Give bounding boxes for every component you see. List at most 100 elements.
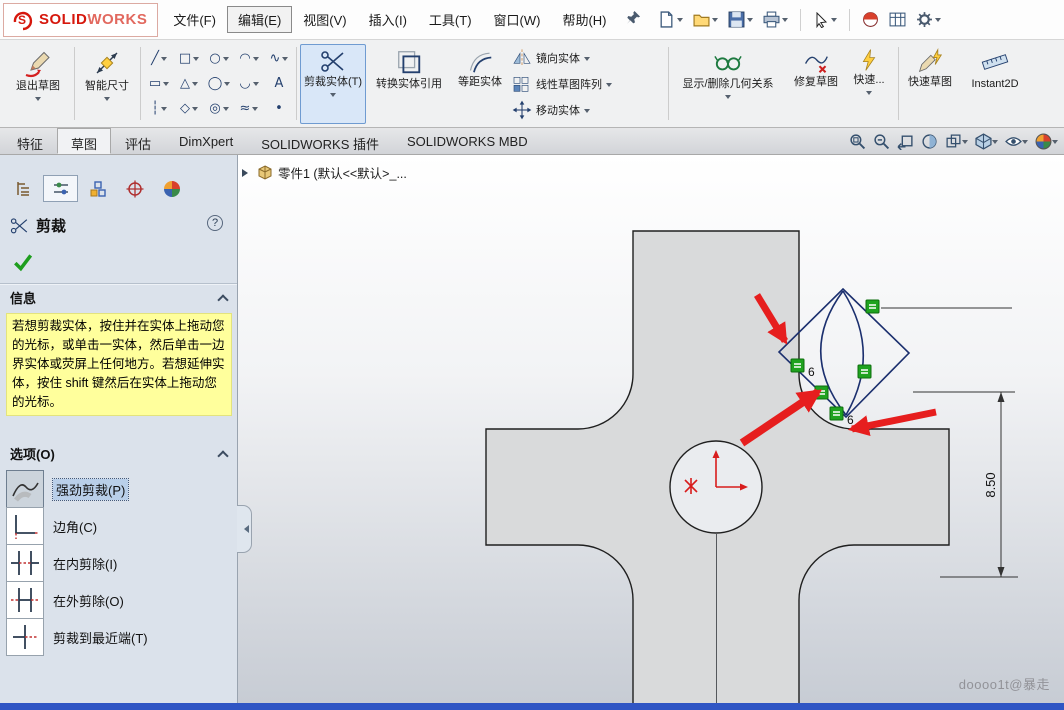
tab-features[interactable]: 特征 (3, 128, 57, 154)
power-trim-icon[interactable] (6, 470, 44, 508)
model-sketch-canvas[interactable]: 6 6 8.50 (238, 155, 1064, 703)
section-view-icon[interactable] (921, 133, 938, 150)
hide-show-items-button[interactable] (1005, 133, 1028, 150)
ribbon-separator (140, 47, 141, 120)
print-button[interactable] (760, 8, 791, 31)
trim-closest-icon[interactable] (6, 618, 44, 656)
linear-sketch-pattern-button[interactable]: 线性草图阵列 (512, 71, 664, 97)
tool-circle-alt-button[interactable]: ◎ (204, 96, 234, 121)
rapid-sketch-button[interactable]: 快速草图 (904, 44, 956, 124)
move-entities-button[interactable]: 移动实体 (512, 97, 664, 123)
tool-text-button[interactable]: A (264, 71, 294, 96)
configuration-manager-tab[interactable] (80, 175, 115, 202)
menu-item-edit[interactable]: 编辑(E) (227, 6, 292, 33)
menu-item-window[interactable]: 窗口(W) (483, 6, 552, 33)
edit-appearance-button[interactable] (1035, 133, 1058, 150)
command-manager-tabs: 特征 草图 评估 DimXpert SOLIDWORKS 插件 SOLIDWOR… (0, 128, 1064, 155)
display-delete-relations-button[interactable]: 显示/删除几何关系 (672, 44, 784, 124)
menu-item-file[interactable]: 文件(F) (162, 6, 227, 33)
tab-evaluate[interactable]: 评估 (111, 128, 165, 154)
new-document-dropdown[interactable] (677, 18, 683, 25)
corner-trim-icon[interactable] (6, 507, 44, 545)
feature-tree-tab[interactable] (6, 175, 41, 202)
convert-entities-button[interactable]: 转换实体引用 (370, 44, 448, 124)
help-button[interactable]: ? (207, 215, 223, 231)
option-trim-to-closest[interactable]: 剪裁到最近端(T) (6, 618, 148, 656)
dimension-text[interactable]: 8.50 (983, 472, 998, 497)
instant2d-button[interactable]: Instant2D (960, 44, 1030, 124)
previous-view-icon[interactable] (897, 133, 914, 150)
save-button[interactable] (725, 8, 756, 31)
tool-point-button[interactable]: • (264, 96, 294, 121)
option-trim-away-inside[interactable]: 在内剪除(I) (6, 544, 117, 582)
open-button[interactable] (690, 8, 721, 31)
option-trim-away-outside[interactable]: 在外剪除(O) (6, 581, 124, 619)
zoom-fit-icon[interactable] (849, 133, 866, 150)
tool-arc-button[interactable]: ◠ (234, 46, 264, 71)
tool-ellipse-button[interactable]: ◯ (204, 71, 234, 96)
open-dropdown[interactable] (712, 18, 718, 25)
tab-dimxpert[interactable]: DimXpert (165, 128, 247, 154)
menu-item-insert[interactable]: 插入(I) (358, 6, 418, 33)
menu-item-tools[interactable]: 工具(T) (418, 6, 483, 33)
zoom-area-icon[interactable] (873, 133, 890, 150)
repair-sketch-button[interactable]: 修复草图 (790, 44, 842, 124)
trim-outside-icon[interactable] (6, 581, 44, 619)
collapse-chevron-icon[interactable] (217, 294, 228, 305)
tool-rectangle-button[interactable]: □ (174, 46, 204, 71)
print-dropdown[interactable] (782, 18, 788, 25)
select-dropdown[interactable] (831, 18, 837, 25)
display-style-cube-icon (975, 133, 992, 150)
settings-gear-button[interactable] (913, 8, 944, 31)
exit-sketch-dropdown[interactable] (35, 97, 41, 104)
collapse-chevron-icon[interactable] (217, 450, 228, 461)
new-document-button[interactable] (655, 8, 686, 31)
tool-polygon-button[interactable]: △ (174, 71, 204, 96)
tool-circle-button[interactable]: ○ (204, 46, 234, 71)
trim-inside-icon[interactable] (6, 544, 44, 582)
tab-solidworks-mbd[interactable]: SOLIDWORKS MBD (393, 128, 542, 154)
message-section-header[interactable]: 信息 (10, 288, 227, 307)
tool-spline-button[interactable]: ∿ (264, 46, 294, 71)
appearance-sphere-button[interactable] (859, 8, 882, 31)
heads-up-view-toolbar (849, 128, 1064, 154)
smart-dimension-button[interactable]: 智能尺寸 (78, 44, 136, 124)
panel-splitter-handle[interactable] (237, 505, 252, 553)
mirror-entities-button[interactable]: 镜向实体 (512, 45, 664, 71)
exit-sketch-button[interactable]: 退出草图 (6, 44, 70, 124)
tool-fillet-button[interactable]: ◡ (234, 71, 264, 96)
graphics-viewport[interactable]: 零件1 (默认<<默认>_... (238, 155, 1064, 703)
settings-dropdown[interactable] (935, 18, 941, 25)
option-power-trim[interactable]: 强劲剪裁(P) (6, 470, 128, 508)
offset-entities-button[interactable]: 等距实体 (454, 44, 506, 124)
options-section-header[interactable]: 选项(O) (10, 444, 227, 463)
tool-slot-button[interactable]: ▭ (144, 71, 174, 96)
tab-solidworks-addins[interactable]: SOLIDWORKS 插件 (247, 128, 393, 154)
trim-entities-dropdown[interactable] (330, 93, 336, 100)
options-table-button[interactable] (886, 8, 909, 31)
ok-button[interactable] (12, 251, 34, 278)
save-dropdown[interactable] (747, 18, 753, 25)
tool-centerline-button[interactable]: ┆ (144, 96, 174, 121)
tool-curve-button[interactable]: ≈ (234, 96, 264, 121)
pm-divider (0, 283, 237, 285)
rapid-dropdown[interactable] (866, 91, 872, 98)
trim-message-box: 若想剪裁实体，按住并在实体上拖动您的光标，或单击一实体，然后单击一边界实体或荧屏… (6, 313, 232, 416)
option-corner[interactable]: 边角(C) (6, 507, 97, 545)
smart-dimension-dropdown[interactable] (104, 97, 110, 104)
relations-dropdown[interactable] (725, 95, 731, 102)
select-arrow-button[interactable] (810, 9, 840, 31)
menu-item-help[interactable]: 帮助(H) (551, 6, 617, 33)
view-orientation-button[interactable] (945, 133, 968, 150)
trim-entities-button[interactable]: 剪裁实体(T) (300, 44, 366, 124)
property-manager-tab[interactable] (43, 175, 78, 202)
dimxpert-manager-tab[interactable] (117, 175, 152, 202)
tab-sketch[interactable]: 草图 (57, 128, 111, 154)
display-manager-tab[interactable] (154, 175, 189, 202)
display-style-button[interactable] (975, 133, 998, 150)
tool-line-button[interactable]: ╱ (144, 46, 174, 71)
rapid-button[interactable]: 快速... (844, 44, 894, 124)
pin-menu-icon[interactable] (626, 10, 641, 30)
menu-item-view[interactable]: 视图(V) (292, 6, 357, 33)
tool-plane-button[interactable]: ◇ (174, 96, 204, 121)
